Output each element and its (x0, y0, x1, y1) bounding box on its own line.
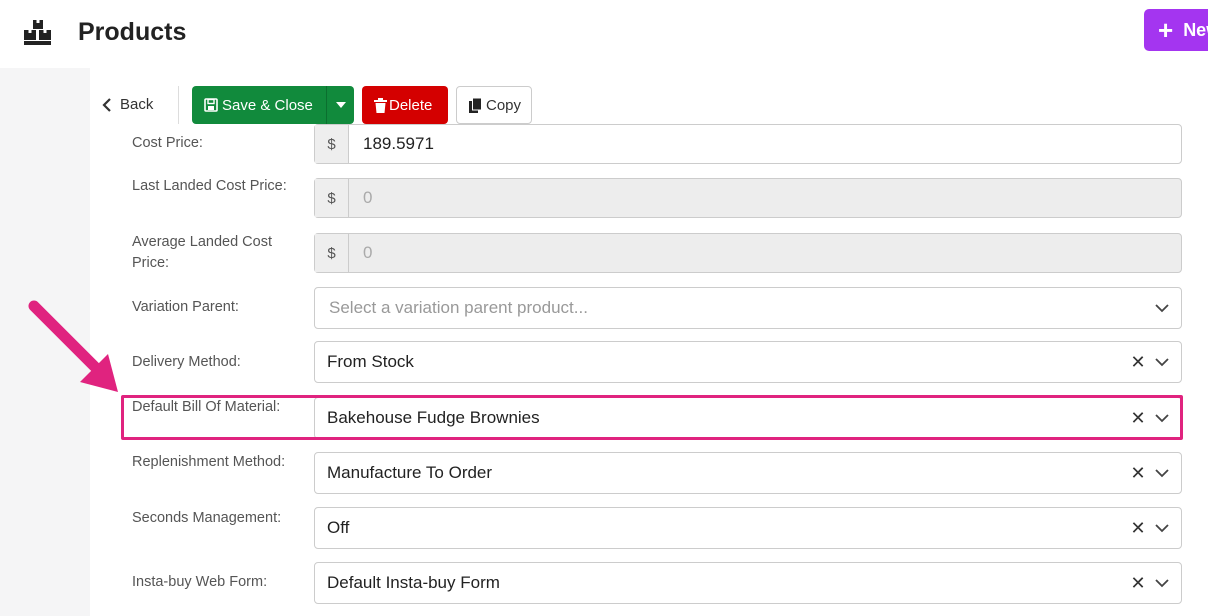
cost-price-field[interactable]: $ 189.5971 (314, 124, 1182, 164)
clear-icon[interactable]: ✕ (1127, 463, 1149, 484)
highlight-box (121, 395, 1183, 440)
toolbar-divider (178, 86, 179, 124)
page-title: Products (78, 18, 187, 46)
trash-icon (374, 97, 387, 113)
top-bar: Products + New (0, 0, 1208, 68)
new-button-label: New (1183, 19, 1208, 40)
replenishment-row: Replenishment Method: Manufacture To Ord… (90, 452, 1208, 494)
delete-label: Delete (389, 96, 433, 114)
chevron-down-icon[interactable] (1149, 578, 1175, 588)
insta-buy-select[interactable]: Default Insta-buy Form ✕ (314, 562, 1182, 604)
delete-button[interactable]: Delete (362, 86, 448, 124)
last-landed-value: 0 (363, 188, 373, 207)
seconds-value: Off (327, 518, 350, 537)
variation-parent-placeholder: Select a variation parent product... (329, 298, 588, 317)
chevron-left-icon (102, 97, 111, 112)
variation-parent-row: Variation Parent: Select a variation par… (90, 287, 1208, 329)
clear-icon[interactable]: ✕ (1127, 518, 1149, 539)
insta-buy-row: Insta-buy Web Form: Default Insta-buy Fo… (90, 562, 1208, 604)
floppy-disk-icon (204, 98, 218, 112)
copy-icon (469, 97, 482, 113)
seconds-select[interactable]: Off ✕ (314, 507, 1182, 549)
avg-landed-field: $ 0 (314, 233, 1182, 273)
clear-icon[interactable]: ✕ (1127, 352, 1149, 373)
cost-price-row: Cost Price: $ 189.5971 (90, 124, 1208, 164)
boxes-icon (24, 20, 51, 45)
chevron-down-icon[interactable] (1149, 357, 1175, 367)
caret-down-icon (335, 102, 346, 108)
clear-icon[interactable]: ✕ (1127, 573, 1149, 594)
cost-price-label: Cost Price: (132, 135, 203, 151)
plus-icon: + (1158, 15, 1174, 45)
currency-addon: $ (315, 125, 349, 163)
delivery-method-label: Delivery Method: (132, 354, 241, 370)
cost-price-value: 189.5971 (363, 134, 434, 153)
chevron-down-icon[interactable] (1149, 468, 1175, 478)
last-landed-row: Last Landed Cost Price: $ 0 (90, 178, 1208, 220)
save-close-label: Save & Close (222, 96, 313, 114)
save-close-button[interactable]: Save & Close (192, 86, 326, 124)
avg-landed-row: Average Landed Cost Price: $ 0 (90, 233, 1208, 275)
last-landed-field: $ 0 (314, 178, 1182, 218)
new-button[interactable]: + New (1144, 9, 1208, 51)
back-label: Back (120, 96, 154, 113)
copy-button[interactable]: Copy (456, 86, 532, 124)
currency-addon: $ (315, 234, 349, 272)
replenishment-select[interactable]: Manufacture To Order ✕ (314, 452, 1182, 494)
seconds-row: Seconds Management: Off ✕ (90, 507, 1208, 549)
last-landed-label: Last Landed Cost Price: (132, 178, 287, 194)
currency-addon: $ (315, 179, 349, 217)
insta-buy-label: Insta-buy Web Form: (132, 574, 268, 590)
variation-parent-label: Variation Parent: (132, 299, 239, 315)
save-options-dropdown[interactable] (326, 86, 354, 124)
variation-parent-select[interactable]: Select a variation parent product... (314, 287, 1182, 329)
delivery-method-value: From Stock (327, 352, 414, 371)
form-toolbar: Back Save & Close Delete Copy (90, 84, 1208, 126)
delivery-method-row: Delivery Method: From Stock ✕ (90, 341, 1208, 383)
arrow-icon (28, 300, 118, 392)
copy-label: Copy (486, 96, 522, 114)
avg-landed-value: 0 (363, 243, 373, 262)
chevron-down-icon[interactable] (1149, 303, 1175, 313)
back-button[interactable]: Back (102, 96, 153, 113)
delivery-method-select[interactable]: From Stock ✕ (314, 341, 1182, 383)
chevron-down-icon[interactable] (1149, 523, 1175, 533)
replenishment-label: Replenishment Method: (132, 454, 286, 470)
seconds-label: Seconds Management: (132, 510, 282, 526)
replenishment-value: Manufacture To Order (327, 463, 493, 482)
insta-buy-value: Default Insta-buy Form (327, 573, 500, 592)
avg-landed-label: Average Landed Cost Price: (132, 234, 273, 271)
